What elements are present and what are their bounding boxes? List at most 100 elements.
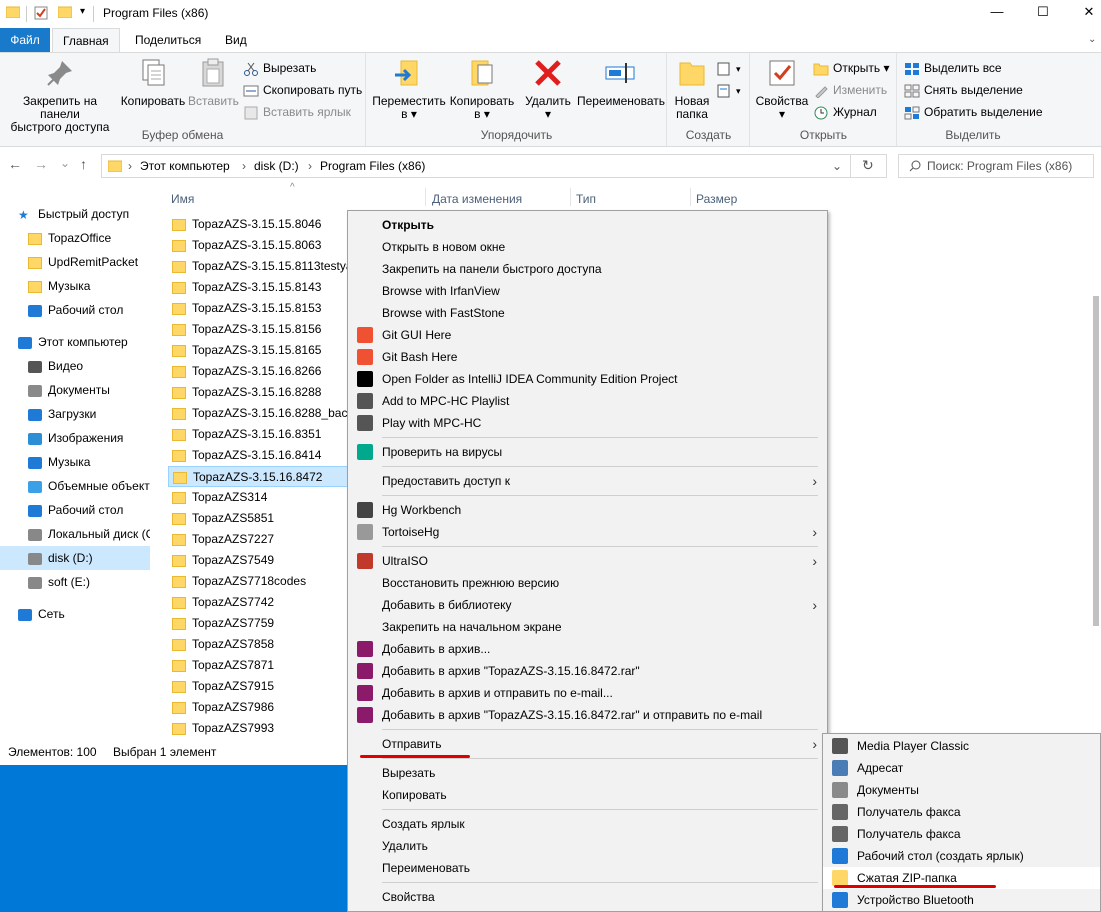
- sidebar-item[interactable]: TopazOffice: [0, 226, 150, 250]
- file-row[interactable]: TopazAZS7742: [168, 592, 348, 613]
- send-to-item[interactable]: Получатель факса: [823, 823, 1100, 845]
- up-button[interactable]: ↑: [80, 156, 87, 172]
- file-row[interactable]: TopazAZS7993: [168, 718, 348, 739]
- breadcrumb-program-files[interactable]: Program Files (x86): [320, 159, 425, 173]
- sidebar-item[interactable]: ★ Быстрый доступ: [0, 202, 150, 226]
- column-size[interactable]: Размер: [696, 192, 737, 206]
- new-folder-button[interactable]: Новая папка: [672, 57, 712, 121]
- file-row[interactable]: TopazAZS-3.15.15.8165: [168, 340, 348, 361]
- sidebar-item[interactable]: Документы: [0, 378, 150, 402]
- sidebar-item[interactable]: UpdRemitPacket: [0, 250, 150, 274]
- file-row[interactable]: TopazAZS-3.15.16.8472: [168, 466, 348, 487]
- context-menu-item[interactable]: Удалить: [348, 835, 827, 857]
- context-menu-item[interactable]: Git GUI Here: [348, 324, 827, 346]
- pin-quick-access-button[interactable]: Закрепить на панели быстрого доступа: [2, 57, 118, 134]
- collapse-ribbon-icon[interactable]: ⌄: [1078, 28, 1101, 52]
- select-all-button[interactable]: Выделить все: [904, 58, 1002, 78]
- tab-file[interactable]: Файл: [0, 28, 50, 52]
- file-row[interactable]: TopazAZS7871: [168, 655, 348, 676]
- file-row[interactable]: TopazAZS7858: [168, 634, 348, 655]
- easy-access-button[interactable]: ▾: [716, 80, 741, 100]
- context-menu-item[interactable]: Создать ярлык: [348, 813, 827, 835]
- context-menu-item[interactable]: Вырезать: [348, 762, 827, 784]
- search-input[interactable]: Поиск: Program Files (x86): [898, 154, 1094, 178]
- address-field[interactable]: › Этот компьютер › disk (D:) › Program F…: [101, 154, 887, 178]
- edit-button[interactable]: Изменить: [813, 80, 887, 100]
- file-row[interactable]: TopazAZS-3.15.16.8414: [168, 445, 348, 466]
- send-to-item[interactable]: Рабочий стол (создать ярлык): [823, 845, 1100, 867]
- context-menu-item[interactable]: Add to MPC-HC Playlist: [348, 390, 827, 412]
- context-menu-item[interactable]: Play with MPC-HC: [348, 412, 827, 434]
- context-menu-item[interactable]: Переименовать: [348, 857, 827, 879]
- file-row[interactable]: TopazAZS-3.15.15.8143: [168, 277, 348, 298]
- new-item-button[interactable]: ▾: [716, 58, 741, 78]
- scrollbar-thumb[interactable]: [1093, 296, 1099, 626]
- context-menu-item[interactable]: Открыть в новом окне: [348, 236, 827, 258]
- file-row[interactable]: TopazAZS-3.15.15.8156: [168, 319, 348, 340]
- rename-button[interactable]: Переименовать: [577, 57, 665, 108]
- sidebar-item[interactable]: Этот компьютер: [0, 330, 150, 354]
- file-row[interactable]: TopazAZS7227: [168, 529, 348, 550]
- send-to-item[interactable]: Устройство Bluetooth: [823, 889, 1100, 911]
- file-row[interactable]: TopazAZS-3.15.16.8351: [168, 424, 348, 445]
- send-to-item[interactable]: Media Player Classic: [823, 735, 1100, 757]
- file-row[interactable]: TopazAZS7549: [168, 550, 348, 571]
- breadcrumb-disk-d[interactable]: disk (D:): [254, 159, 299, 173]
- file-row[interactable]: TopazAZS-3.15.15.8113testya: [168, 256, 348, 277]
- file-row[interactable]: TopazAZS-3.15.16.8288: [168, 382, 348, 403]
- context-menu-item[interactable]: Копировать: [348, 784, 827, 806]
- copy-button[interactable]: Копировать: [120, 57, 186, 108]
- context-menu-item[interactable]: Отправить ›: [348, 733, 827, 755]
- file-row[interactable]: TopazAZS7986: [168, 697, 348, 718]
- vertical-scrollbar[interactable]: [1091, 196, 1101, 741]
- minimize-button[interactable]: —: [987, 4, 1007, 22]
- file-row[interactable]: TopazAZS7915: [168, 676, 348, 697]
- file-row[interactable]: TopazAZS-3.15.15.8153: [168, 298, 348, 319]
- new-folder-qa-icon[interactable]: [57, 6, 73, 21]
- context-menu-item[interactable]: Open Folder as IntelliJ IDEA Community E…: [348, 368, 827, 390]
- file-row[interactable]: TopazAZS7718codes: [168, 571, 348, 592]
- sidebar-item[interactable]: Рабочий стол: [0, 298, 150, 322]
- context-menu-item[interactable]: UltraISO ›: [348, 550, 827, 572]
- column-type[interactable]: Тип: [576, 192, 596, 206]
- tab-view[interactable]: Вид: [215, 28, 257, 52]
- properties-button[interactable]: Свойства ▾: [753, 57, 811, 121]
- sidebar-item[interactable]: Музыка: [0, 450, 150, 474]
- file-row[interactable]: TopazAZS-3.15.15.8046: [168, 214, 348, 235]
- invert-selection-button[interactable]: Обратить выделение: [904, 102, 1043, 122]
- move-to-button[interactable]: Переместить в ▾: [371, 57, 447, 121]
- context-menu-item[interactable]: Восстановить прежнюю версию: [348, 572, 827, 594]
- context-menu-item[interactable]: Добавить в архив "TopazAZS-3.15.16.8472.…: [348, 660, 827, 682]
- maximize-button[interactable]: ☐: [1033, 4, 1053, 22]
- sidebar-item[interactable]: Видео: [0, 354, 150, 378]
- sidebar-item[interactable]: disk (D:): [0, 546, 150, 570]
- file-row[interactable]: TopazAZS-3.15.16.8288_backup: [168, 403, 348, 424]
- paste-button[interactable]: Вставить: [188, 57, 239, 108]
- refresh-button[interactable]: ↻: [862, 157, 874, 174]
- file-row[interactable]: TopazAZS5851: [168, 508, 348, 529]
- file-row[interactable]: TopazAZS-3.15.15.8063: [168, 235, 348, 256]
- file-row[interactable]: TopazAZS314: [168, 487, 348, 508]
- context-menu-item[interactable]: Предоставить доступ к ›: [348, 470, 827, 492]
- context-menu-item[interactable]: Проверить на вирусы: [348, 441, 827, 463]
- column-date[interactable]: Дата изменения: [432, 192, 522, 206]
- sidebar-item[interactable]: soft (E:): [0, 570, 150, 594]
- sidebar-item[interactable]: Изображения: [0, 426, 150, 450]
- sidebar-item[interactable]: Рабочий стол: [0, 498, 150, 522]
- recent-locations-button[interactable]: ⌄: [60, 156, 70, 170]
- file-row[interactable]: TopazAZS-3.15.16.8266: [168, 361, 348, 382]
- sidebar-item[interactable]: Музыка: [0, 274, 150, 298]
- context-menu-item[interactable]: Добавить в архив...: [348, 638, 827, 660]
- send-to-item[interactable]: Документы: [823, 779, 1100, 801]
- breadcrumb-this-pc[interactable]: Этот компьютер: [140, 159, 230, 173]
- open-dropdown-button[interactable]: Открыть ▾: [813, 58, 889, 78]
- sidebar-item[interactable]: Локальный диск (C:): [0, 522, 150, 546]
- address-dropdown-button[interactable]: ⌄: [832, 159, 842, 173]
- back-button[interactable]: ←: [8, 156, 22, 172]
- copy-path-button[interactable]: Скопировать путь: [243, 80, 362, 100]
- sidebar-item[interactable]: Загрузки: [0, 402, 150, 426]
- delete-button[interactable]: Удалить ▾: [522, 57, 574, 121]
- customize-qa-icon[interactable]: ▾: [80, 6, 85, 17]
- forward-button[interactable]: →: [34, 156, 48, 172]
- context-menu-item[interactable]: Добавить в архив "TopazAZS-3.15.16.8472.…: [348, 704, 827, 726]
